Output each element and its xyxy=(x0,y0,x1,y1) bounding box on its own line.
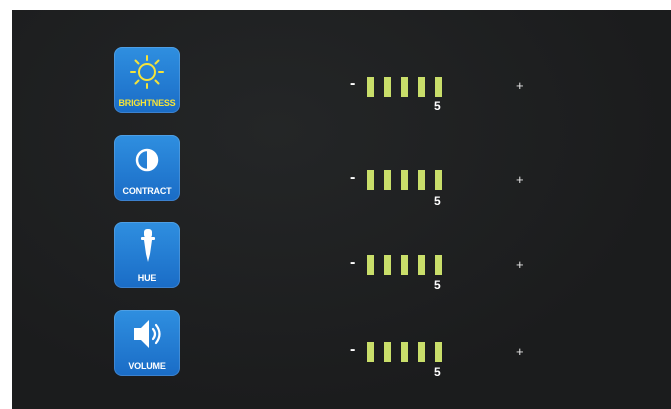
contract-decrease-button[interactable]: - xyxy=(350,170,355,186)
level-segment xyxy=(401,255,408,275)
level-segment xyxy=(418,342,425,362)
volume-value: 5 xyxy=(434,365,441,379)
osd-menu-screen: BRIGHTNESS - 5 + CONTRACT - 5 + HUE - 5 … xyxy=(12,10,671,409)
hue-decrease-button[interactable]: - xyxy=(350,255,355,271)
brightness-decrease-button[interactable]: - xyxy=(350,76,355,92)
contract-button[interactable]: CONTRACT xyxy=(114,135,180,201)
contract-label: CONTRACT xyxy=(122,186,172,196)
level-segment xyxy=(435,255,442,275)
level-segment xyxy=(401,170,408,190)
brightness-button[interactable]: BRIGHTNESS xyxy=(114,47,180,113)
brightness-increase-button[interactable]: + xyxy=(516,79,524,92)
level-segment xyxy=(435,77,442,97)
level-segment xyxy=(384,77,391,97)
level-segment xyxy=(384,255,391,275)
volume-decrease-button[interactable]: - xyxy=(350,342,355,358)
level-segment xyxy=(435,342,442,362)
level-segment xyxy=(418,77,425,97)
volume-label: VOLUME xyxy=(128,361,166,371)
sun-icon xyxy=(130,55,164,89)
volume-button[interactable]: VOLUME xyxy=(114,310,180,376)
volume-row: VOLUME - 5 + xyxy=(12,310,671,380)
volume-increase-button[interactable]: + xyxy=(516,345,524,358)
level-segment xyxy=(435,170,442,190)
level-segment xyxy=(384,342,391,362)
brightness-row: BRIGHTNESS - 5 + xyxy=(12,47,671,117)
level-segment xyxy=(367,255,374,275)
contract-value: 5 xyxy=(434,194,441,208)
level-segment xyxy=(418,170,425,190)
level-segment xyxy=(401,77,408,97)
level-segment xyxy=(367,342,374,362)
contract-row: CONTRACT - 5 + xyxy=(12,135,671,208)
hue-row: HUE - 5 + xyxy=(12,222,671,292)
level-segment xyxy=(401,342,408,362)
eyedropper-icon xyxy=(141,229,155,262)
hue-label: HUE xyxy=(137,273,157,283)
brightness-level-meter xyxy=(367,77,453,97)
level-segment xyxy=(384,170,391,190)
hue-value: 5 xyxy=(434,278,441,292)
level-segment xyxy=(367,77,374,97)
brightness-value: 5 xyxy=(434,99,441,113)
contract-level-meter xyxy=(367,170,453,190)
hue-increase-button[interactable]: + xyxy=(516,258,524,271)
speaker-icon xyxy=(134,320,161,348)
level-segment xyxy=(418,255,425,275)
brightness-label: BRIGHTNESS xyxy=(118,98,176,108)
hue-level-meter xyxy=(367,255,453,275)
level-segment xyxy=(367,170,374,190)
contrast-icon xyxy=(135,148,159,172)
hue-button[interactable]: HUE xyxy=(114,222,180,288)
volume-level-meter xyxy=(367,342,453,362)
contract-increase-button[interactable]: + xyxy=(516,173,524,186)
